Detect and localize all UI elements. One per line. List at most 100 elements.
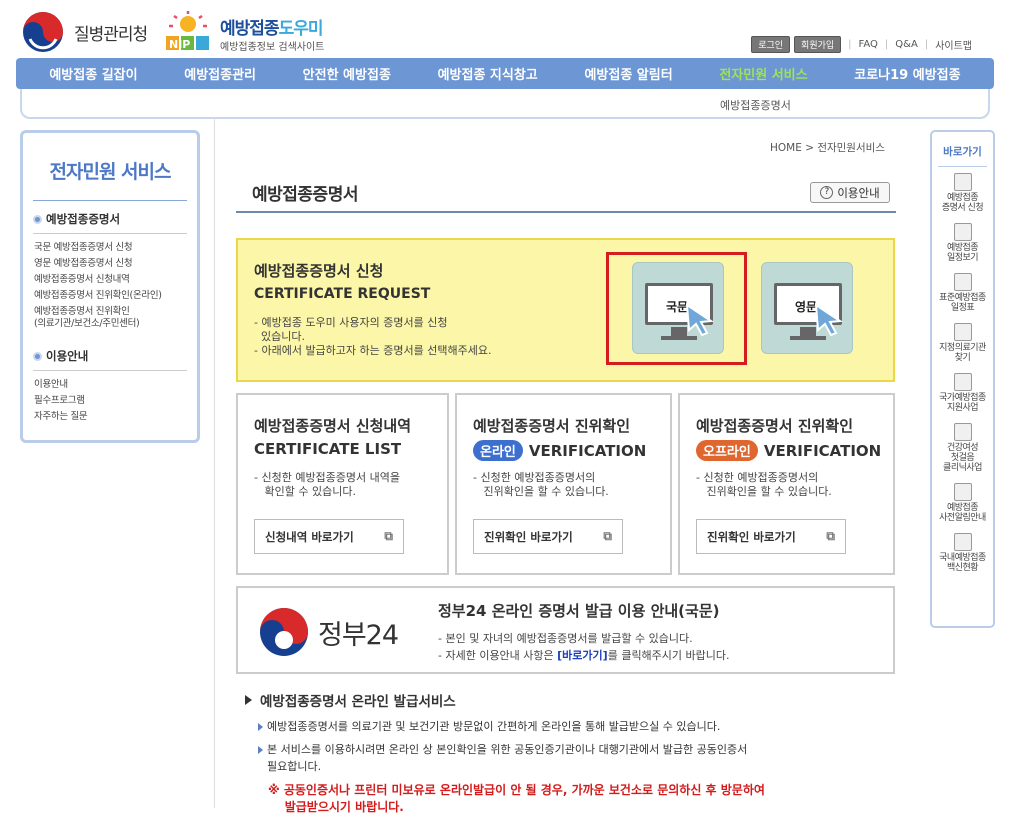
nip-subtitle: 예방접종정보 검색사이트 [220,42,325,53]
sidebar-item-verify-online[interactable]: 예방접종증명서 진위확인(온라인) [34,290,186,302]
taegeuk-emblem-icon [22,11,64,53]
quick-item-label: 국내예방접종 백신현황 [939,553,986,573]
gov24-emblem-icon [260,608,308,656]
quick-menu: 바로가기 예방접종 증명서 신청 예방접종 일정보기 표준예방접종 일정표 지정의료기관 찾기… [930,130,995,628]
external-link-icon: ⧉ [826,529,835,543]
nip-logo[interactable]: NIP 예방접종도우미 예방접종정보 검색사이트 [164,10,354,54]
qna-link[interactable]: Q&A [895,39,918,50]
card-description: - 신청한 예방접종증명서의 진위확인을 할 수 있습니다. [696,471,832,498]
kdca-logo[interactable]: 질병관리청 [22,10,182,54]
calendar-icon [953,223,972,241]
sidebar-section-certificate[interactable]: 예방접종증명서 [33,211,187,227]
warning-note: ※ 공동인증서나 프린터 미보유로 온라인발급이 안 될 경우, 가까운 보건소… [268,783,765,814]
verify-online-link-button[interactable]: 진위확인 바로가기 ⧉ [473,519,623,554]
gnb-item-knowledge[interactable]: 예방접종 지식창고 [438,64,538,83]
sitemap-link[interactable]: 사이트맵 [935,37,972,52]
printer-icon [953,173,972,191]
login-button[interactable]: 로그인 [751,36,791,53]
sidebar-title: 전자민원 서비스 [49,161,172,183]
quick-item-standard-schedule[interactable]: 표준예방접종 일정표 [932,273,993,313]
usage-guide-button[interactable]: ? 이용안내 [810,182,890,203]
quick-item-label: 국가예방접종 지원사업 [939,393,986,413]
syringe-icon [953,273,972,291]
question-icon: ? [820,186,834,199]
cursor-icon [814,303,843,337]
external-link-icon: ⧉ [603,529,612,543]
vaccine-icon [953,533,972,551]
bullet-icon [33,214,42,224]
online-bullet-2: 본 서비스를 이용하시려면 온라인 상 본인확인을 위한 공동인증기관이나 대행… [258,741,747,775]
subnav-item-certificate[interactable]: 예방접종증명서 [720,97,791,113]
nip-title: 예방접종도우미 [220,19,323,39]
request-eng-title: CERTIFICATE REQUEST [254,286,431,302]
card-description: - 신청한 예방접종증명서의 진위확인을 할 수 있습니다. [473,471,609,498]
gov24-title: 정부24 온라인 증명서 발급 이용 안내(국문) [438,602,720,620]
bullet-icon [33,351,42,361]
breadcrumb: HOME > 전자민원서비스 [770,142,885,154]
card-title: 예방접종증명서 진위확인 [696,417,854,435]
gnb-item-e-service[interactable]: 전자민원 서비스 [719,64,807,83]
gnb-item-management[interactable]: 예방접종관리 [184,64,256,83]
gov24-line-1: - 본인 및 자녀의 예방접종증명서를 발급할 수 있습니다. [438,632,693,645]
card-description: - 신청한 예방접종증명서 내역을 확인할 수 있습니다. [254,471,401,498]
sidebar-item-faq[interactable]: 자주하는 질문 [34,411,186,423]
quick-item-national-support[interactable]: 국가예방접종 지원사업 [932,373,993,413]
card-eng-title: 온라인 VERIFICATION [473,440,646,461]
hospital-icon [953,323,972,341]
quick-item-designated-clinic[interactable]: 지정의료기관 찾기 [932,323,993,363]
external-link-icon: ⧉ [384,529,393,543]
kdca-name: 질병관리청 [74,24,148,45]
sidebar-item-korean-request[interactable]: 국문 예방접종증명서 신청 [34,242,186,254]
sidebar-item-programs[interactable]: 필수프로그램 [34,395,186,407]
offline-badge: 오프라인 [696,440,758,461]
certificate-request-panel: 예방접종증명서 신청 CERTIFICATE REQUEST - 예방접종 도우… [236,238,895,382]
gov24-panel: 정부24 정부24 온라인 증명서 발급 이용 안내(국문) - 본인 및 자녀… [236,586,895,674]
quick-item-label: 예방접종 증명서 신청 [941,193,984,213]
sub-nav-bar: 예방접종증명서 [20,89,990,119]
request-list-link-button[interactable]: 신청내역 바로가기 ⧉ [254,519,404,554]
medkit-icon [953,423,972,441]
gov24-shortcut-link[interactable]: [바로가기] [557,649,608,662]
online-badge: 온라인 [473,440,523,461]
gnb-item-notice[interactable]: 예방접종 알림터 [584,64,672,83]
arrow-bullet-icon [258,746,263,754]
page-title: 예방접종증명서 [252,185,358,205]
quick-item-women-clinic[interactable]: 건강여성 첫걸음 클리닉사업 [932,423,993,473]
quick-item-vaccine-status[interactable]: 국내예방접종 백신현황 [932,533,993,573]
card-title: 예방접종증명서 신청내역 [254,417,412,435]
sidebar-item-request-list[interactable]: 예방접종증명서 신청내역 [34,274,186,286]
verify-offline-link-button[interactable]: 진위확인 바로가기 ⧉ [696,519,846,554]
faq-link[interactable]: FAQ [859,39,878,50]
nip-sun-icon: NIP [164,10,212,52]
join-button[interactable]: 회원가입 [794,36,842,53]
gov24-line-2: - 자세한 이용안내 사항은 [바로가기]를 클릭해주시기 바랍니다. [438,649,730,662]
selection-highlight [606,252,747,365]
arrow-bullet-icon [258,723,263,731]
sidebar-item-usage[interactable]: 이용안내 [34,379,186,391]
gnb-item-safety[interactable]: 안전한 예방접종 [303,64,391,83]
left-sidebar: 전자민원 서비스 예방접종증명서 국문 예방접종증명서 신청 영문 예방접종증명… [20,130,200,443]
request-title: 예방접종증명서 신청 [254,262,384,280]
nip-letters: NIP [169,38,190,51]
sidebar-section-guide[interactable]: 이용안내 [33,348,187,364]
card-request-list: 예방접종증명서 신청내역 CERTIFICATE LIST - 신청한 예방접종… [236,393,449,575]
online-bullet-1: 예방접종증명서를 의료기관 및 보건기관 방문없이 간편하게 온라인을 통해 발… [258,718,720,735]
quick-item-certificate-request[interactable]: 예방접종 증명서 신청 [932,173,993,213]
global-nav: 예방접종 길잡이 예방접종관리 안전한 예방접종 예방접종 지식창고 예방접종 … [16,58,994,89]
quick-item-label: 건강여성 첫걸음 클리닉사업 [943,443,982,473]
request-description: - 예방접종 도우미 사용자의 증명서를 신청 있습니다. - 아래에서 발급하고… [254,316,492,357]
triangle-bullet-icon [245,695,252,705]
card-title: 예방접종증명서 진위확인 [473,417,631,435]
quick-item-schedule[interactable]: 예방접종 일정보기 [932,223,993,263]
speaker-icon [953,483,972,501]
english-certificate-button[interactable]: 영문 [761,262,853,354]
sidebar-item-english-request[interactable]: 영문 예방접종증명서 신청 [34,258,186,270]
quick-item-label: 예방접종 일정보기 [946,243,979,263]
gnb-item-covid19[interactable]: 코로나19 예방접종 [854,64,960,83]
sidebar-item-verify-offline[interactable]: 예방접종증명서 진위확인 (의료기관/보건소/주민센터) [34,306,186,330]
quick-item-pre-notice[interactable]: 예방접종 사전알림안내 [932,483,993,523]
gov24-logo[interactable]: 정부24 [258,606,408,658]
quick-item-label: 표준예방접종 일정표 [939,293,986,313]
gnb-item-guide[interactable]: 예방접종 길잡이 [49,64,137,83]
card-verify-offline: 예방접종증명서 진위확인 오프라인 VERIFICATION - 신청한 예방접종… [678,393,895,575]
